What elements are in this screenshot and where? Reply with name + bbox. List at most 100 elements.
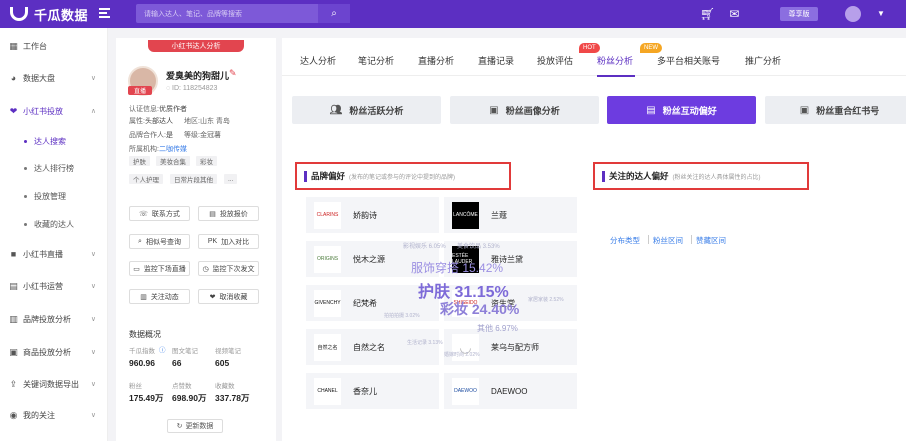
subtab-fans-interaction[interactable]: ▤ 粉丝互动偏好: [607, 96, 756, 124]
subtab-fans-overlap[interactable]: ▣ 粉丝重合红书号: [765, 96, 906, 124]
profile-name: 爱臭美的狗甜儿: [166, 71, 230, 81]
pie-icon: ◕: [10, 72, 17, 83]
sidebar-item-product-analysis[interactable]: ▣ 商品投放分析 ∨: [0, 345, 108, 359]
tag[interactable]: 护肤: [129, 156, 150, 166]
tag[interactable]: 彩妆: [196, 156, 217, 166]
tab-live-analysis[interactable]: 直播分析: [418, 54, 454, 67]
chevron-down-icon[interactable]: ▼: [877, 9, 885, 18]
sidebar-sub-ad-manage[interactable]: 投放管理: [0, 189, 108, 203]
chevron-up-icon: ∧: [90, 108, 96, 115]
subtab-fans-activity[interactable]: 👥︎ 粉丝活跃分析: [292, 96, 441, 124]
brand-logo: DAEWOO: [452, 377, 479, 405]
stat-value: 605: [215, 358, 230, 368]
panel-hint-text: (发布的笔记或参与的评论中提到的品牌): [349, 174, 456, 181]
brand-cell[interactable]: CLARINS 娇韵诗: [306, 197, 439, 233]
tag[interactable]: 美妆合集: [156, 156, 190, 166]
tab-multi-platform[interactable]: 多平台相关账号: [657, 54, 720, 67]
cloud-word: 拍拍拍摄 3.02%: [384, 313, 420, 319]
tab-ad-evaluation[interactable]: 投放评估: [537, 54, 573, 67]
refresh-icon: ↻: [176, 423, 183, 430]
contact-button[interactable]: ☏ 联系方式: [129, 206, 190, 221]
level-info: 等级:金冠薯: [184, 130, 221, 140]
cart-icon[interactable]: 🛒︎: [700, 7, 715, 21]
sidebar-item-xhs-live[interactable]: ■ 小红书直播 ∨: [0, 247, 108, 261]
brand-cell[interactable]: LANCÔME 兰蔻: [444, 197, 577, 233]
sidebar-item-label: 数据大盘: [23, 73, 55, 83]
button-label: 关注动态: [150, 293, 179, 301]
sidebar-sub-label: 投放管理: [34, 191, 66, 201]
grid-icon: ▦: [9, 40, 18, 51]
sidebar-sub-favorites[interactable]: 收藏的达人: [0, 217, 108, 231]
brand-name: 兰蔻: [491, 210, 507, 220]
brand-cell[interactable]: CHANEL 香奈儿: [306, 373, 439, 409]
sidebar-item-market[interactable]: ◕ 数据大盘 ∨: [0, 71, 108, 85]
tab-note-analysis[interactable]: 笔记分析: [358, 54, 394, 67]
agency-link[interactable]: 二咖传媒: [159, 146, 187, 153]
menu-toggle-icon[interactable]: [99, 8, 110, 18]
brand-logo: GIVENCHY: [314, 289, 341, 317]
sidebar-item-xhs-ops[interactable]: ▤ 小红书运营 ∨: [0, 279, 108, 293]
brand-cell[interactable]: DAEWOO DAEWOO: [444, 373, 577, 409]
subtab-fans-portrait[interactable]: ▣ 粉丝画像分析: [450, 96, 599, 124]
sidebar-item-label: 小红书投放: [23, 106, 63, 116]
title-bar: [304, 170, 307, 182]
compare-button[interactable]: PK 加入对比: [198, 234, 259, 249]
brand-name: 莱乌与配方师: [491, 342, 539, 352]
mail-icon[interactable]: ✉︎: [729, 7, 739, 21]
tab-fans-analysis[interactable]: 粉丝分析: [597, 54, 633, 67]
sidebar-item-workbench[interactable]: ▦ 工作台: [0, 39, 108, 53]
vip-badge[interactable]: 尊享版: [780, 7, 818, 21]
partner-label: 品牌合作人:: [129, 132, 166, 139]
chevron-down-icon: ∨: [90, 283, 96, 290]
sidebar-item-label: 小红书运营: [23, 281, 63, 291]
subtab-label: 粉丝画像分析: [505, 105, 560, 116]
main-panel: 达人分析 笔记分析 直播分析 直播记录 投放评估 HOT 粉丝分析 NEW 多平…: [282, 38, 906, 441]
region-info: 地区:山东 青岛: [184, 116, 230, 126]
tag[interactable]: ...: [224, 174, 238, 184]
sidebar-item-xhs-ads[interactable]: ❤ 小红书投放 ∧: [0, 104, 108, 118]
brand-name: 娇韵诗: [353, 210, 377, 220]
sidebar-item-label: 商品投放分析: [23, 347, 71, 357]
tag[interactable]: 个人护理: [129, 174, 163, 184]
sidebar-item-keyword-export[interactable]: ⇪ 关键词数据导出 ∨: [0, 377, 108, 391]
sidebar-sub-kol-search[interactable]: 达人搜索: [0, 134, 108, 148]
phone-icon: ☏: [139, 210, 148, 218]
cloud-word: 生活记录 3.13%: [407, 340, 443, 346]
tag[interactable]: 日常片段其他: [170, 174, 217, 184]
dist-tab-likes[interactable]: 赞藏区间: [696, 235, 726, 246]
brand-cell[interactable]: 自然之名 自然之名: [306, 329, 439, 365]
subtab-label: 粉丝活跃分析: [349, 105, 404, 116]
similar-search-button[interactable]: ⌕ 相似号查询: [129, 234, 190, 249]
user-avatar[interactable]: [845, 6, 861, 22]
monitor-icon: ▭: [133, 265, 140, 273]
brand-name: 自然之名: [353, 342, 385, 352]
search-icon[interactable]: ⌕: [318, 4, 350, 23]
unfavorite-button[interactable]: ❤ 取消收藏: [198, 289, 259, 304]
brand-cell[interactable]: ◡ 莱乌与配方师: [444, 329, 577, 365]
refresh-button[interactable]: ↻ 更新数据: [167, 419, 223, 433]
divider: [648, 235, 649, 244]
tab-live-records[interactable]: 直播记录: [478, 54, 514, 67]
sidebar-item-my-follow[interactable]: ◉ 我的关注 ∨: [0, 408, 108, 422]
logo[interactable]: 千瓜数据: [0, 0, 108, 28]
follow-updates-button[interactable]: ▥ 关注动态: [129, 289, 190, 304]
tab-underline: [597, 75, 635, 77]
global-search-input[interactable]: 请输入达人、笔记、品牌等搜索 ⌕: [136, 4, 350, 23]
profile-id: ID: 118254823: [172, 85, 218, 92]
profile-badge-label: 小红书达人分析: [171, 43, 221, 50]
monitor-post-button[interactable]: ◷ 监控下次发文: [198, 261, 259, 276]
quote-button[interactable]: ▤ 投放报价: [198, 206, 259, 221]
dist-tab-fans[interactable]: 粉丝区间: [653, 235, 683, 246]
heart-icon: ❤: [209, 293, 216, 301]
sidebar-sub-kol-rank[interactable]: 达人排行榜: [0, 161, 108, 175]
cert-label: 认证信息:: [129, 106, 159, 113]
tab-promotion-analysis[interactable]: 推广分析: [745, 54, 781, 67]
tab-kol-analysis[interactable]: 达人分析: [300, 54, 336, 67]
chevron-down-icon: ∨: [90, 349, 96, 356]
help-icon[interactable]: ⓘ: [159, 344, 166, 354]
sidebar-item-brand-analysis[interactable]: ▥ 品牌投放分析 ∨: [0, 312, 108, 326]
dist-tab-type[interactable]: 分布类型: [610, 235, 640, 246]
hot-badge: HOT: [579, 43, 600, 53]
kol-pref-title: 关注的达人偏好 (粉丝关注的达人具体属性的占比): [593, 162, 809, 190]
monitor-live-button[interactable]: ▭ 监控下场直播: [129, 261, 190, 276]
